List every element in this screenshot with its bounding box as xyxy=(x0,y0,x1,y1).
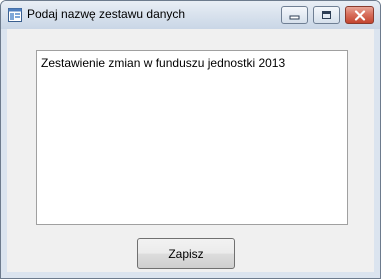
maximize-button[interactable] xyxy=(313,6,340,24)
dialog-client-area: Zestawienie zmian w funduszu jednostki 2… xyxy=(7,29,374,272)
minimize-icon xyxy=(289,15,300,20)
close-button[interactable] xyxy=(345,6,374,24)
window-frame-bottom xyxy=(1,272,380,278)
window-frame-right xyxy=(374,29,380,278)
close-icon xyxy=(354,9,365,21)
maximize-icon xyxy=(322,11,331,19)
dataset-name-textarea[interactable]: Zestawienie zmian w funduszu jednostki 2… xyxy=(36,50,348,225)
save-button[interactable]: Zapisz xyxy=(137,238,235,269)
app-window-icon xyxy=(7,7,23,23)
window-title: Podaj nazwę zestawu danych xyxy=(27,7,186,21)
minimize-button[interactable] xyxy=(281,6,308,24)
title-bar[interactable]: Podaj nazwę zestawu danych xyxy=(1,1,380,29)
dialog-window: Podaj nazwę zestawu danych Zestawienie z… xyxy=(0,0,381,279)
